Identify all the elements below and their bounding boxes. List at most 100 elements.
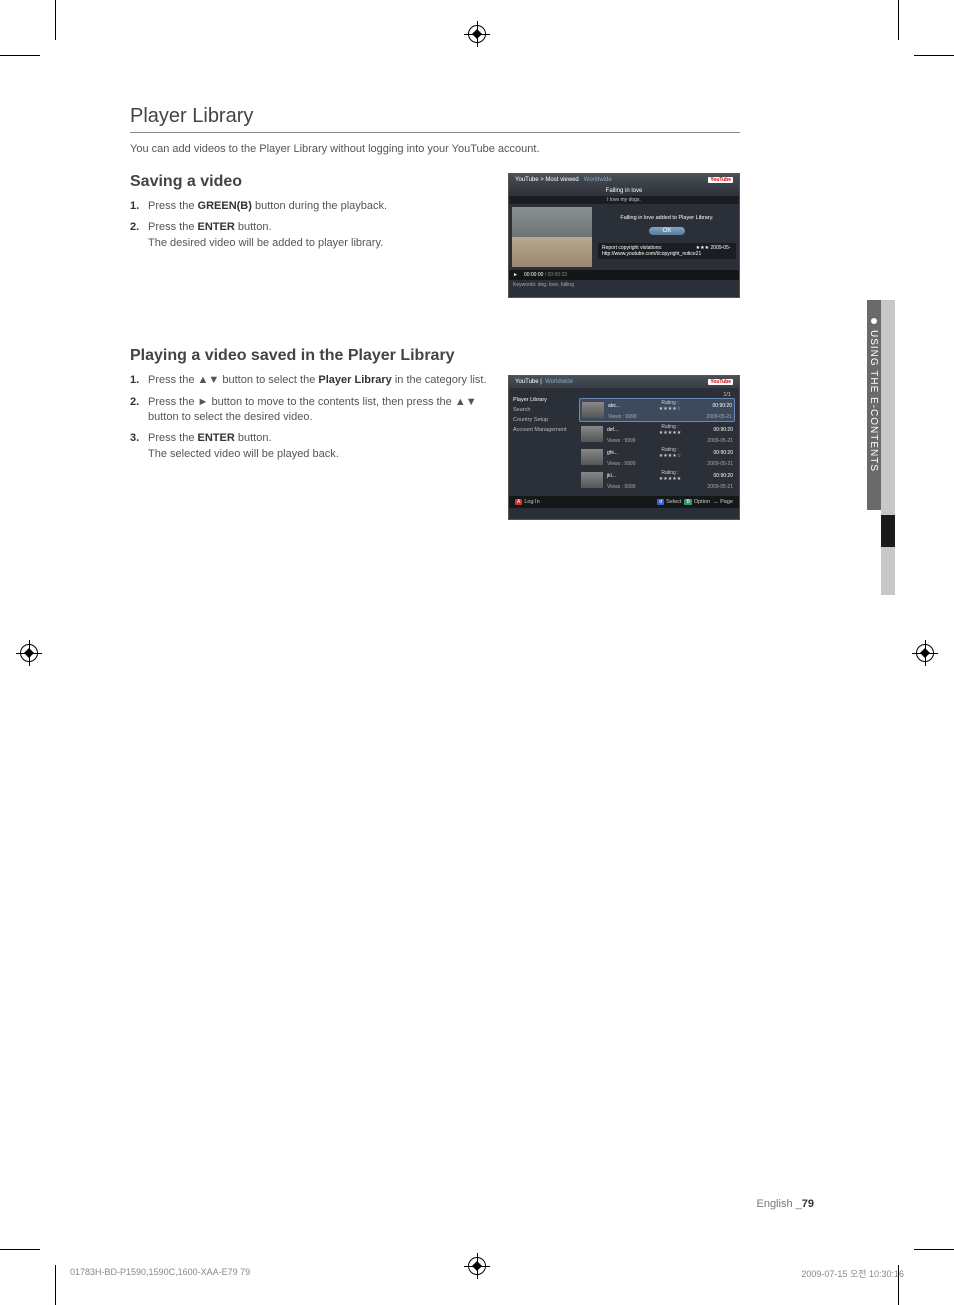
playing-steps: 1. Press the ▲▼ button to select the Pla… [130,373,490,462]
progress-bar: ► 00:00:00 / 00:00:23 [509,270,739,280]
row-rating: Rating : ★★★★☆ [650,447,691,459]
ss-subtitle: I love my dogs. [509,196,739,204]
row-date: 2009-05-21 [692,414,732,420]
sidebar-item[interactable]: Player Library [513,396,575,406]
saving-steps: 1. Press the GREEN(B) button during the … [130,199,490,251]
row-title: def... [607,427,648,433]
sidebar-item[interactable]: Search [513,406,575,416]
row-rating: Rating : ★★★★☆ [650,400,690,412]
step-text: The desired video will be added to playe… [148,237,383,249]
step-text: Press the [148,200,198,212]
main-heading: Player Library [130,105,740,133]
saving-heading: Saving a video [130,173,490,191]
ss-footer: ALog In dSelect BOption ↔ Page [509,496,739,508]
sidebar-item[interactable]: Country Setup [513,416,575,426]
arrow-icon: ▲▼ [198,374,220,386]
row-date: 2009-05-21 [692,461,733,467]
row-time: 00:90:20 [692,427,733,433]
print-file: 01783H-BD-P1590,1590C,1600-XAA-E79 79 [70,1267,250,1280]
step-text: button during the playback. [252,200,387,212]
side-tab-label: USING THE E-CONTENTS [868,318,879,472]
step-bold: ENTER [198,221,235,233]
row-views: Views : 9999 [608,414,648,420]
step-text: Press the [148,432,198,444]
row-thumbnail [581,472,603,488]
list-item[interactable]: def... Rating : ★★★★★ 00:90:20 Views : 9… [579,423,735,445]
screenshot-library: YouTube | Worldwide YouTube Player Libra… [508,375,740,520]
row-views: Views : 9999 [607,484,648,490]
step-text: The selected video will be played back. [148,448,339,460]
step-number: 3. [130,431,139,446]
step-2: 2. Press the ENTER button. The desired v… [130,220,490,251]
ss-header: YouTube | Worldwide YouTube [509,376,739,388]
step-number: 1. [130,373,139,388]
step-text: button. [235,221,272,233]
row-date: 2009-05-21 [692,484,733,490]
step-text: Press the [148,396,198,408]
ss-video-list: 1/1 abc... Rating : ★★★★☆ 00:90:20 Views… [579,388,739,496]
step-text: button. [235,432,272,444]
youtube-logo: YouTube [708,177,733,183]
row-date: 2009-05-21 [692,438,733,444]
list-item[interactable]: abc... Rating : ★★★★☆ 00:90:20 Views : 9… [579,398,735,422]
step-2: 2. Press the ► button to move to the con… [130,395,490,426]
arrow-icon: ▲▼ [455,396,477,408]
row-rating: Rating : ★★★★★ [650,424,691,436]
youtube-logo: YouTube [708,379,733,385]
section-playing: Playing a video saved in the Player Libr… [130,347,740,462]
sidebar-item[interactable]: Account Management [513,426,575,436]
row-thumbnail [581,449,603,465]
page-footer: English _79 [756,1198,814,1210]
row-views: Views : 9999 [607,438,648,444]
print-timestamp: 2009-07-15 오전 10:30:16 [801,1267,904,1280]
step-bold: ENTER [198,432,235,444]
step-number: 2. [130,220,139,235]
step-text: Press the [148,221,198,233]
step-number: 1. [130,199,139,214]
step-number: 2. [130,395,139,410]
footer-option[interactable]: BOption [684,499,710,505]
ss-breadcrumb: YouTube | Worldwide [515,379,573,385]
section-saving: Saving a video 1. Press the GREEN(B) but… [130,173,740,251]
ss-video-title: Falling in love [509,186,739,196]
row-title: ghi... [607,450,648,456]
row-time: 00:90:20 [692,403,732,409]
step-text: in the category list. [392,374,487,386]
keywords: Keywords: dog, love, falling [509,280,739,290]
step-text: button to select the desired video. [148,411,313,423]
footer-login[interactable]: ALog In [515,499,540,505]
step-text: Press the [148,374,198,386]
row-thumbnail [581,426,603,442]
row-title: abc... [608,403,648,409]
ss-breadcrumb: YouTube > Most viewed Worldwide [515,177,612,183]
list-item[interactable]: ghi... Rating : ★★★★☆ 00:90:20 Views : 9… [579,446,735,468]
step-3: 3. Press the ENTER button. The selected … [130,431,490,462]
step-bold: Player Library [318,374,391,386]
footer-select[interactable]: dSelect [657,499,681,505]
print-footer: 01783H-BD-P1590,1590C,1600-XAA-E79 79 20… [70,1267,904,1280]
video-thumbnail [512,207,592,267]
copyright-note: Report copyright violations: http://www.… [598,243,736,259]
step-bold: GREEN(B) [198,200,252,212]
ok-button[interactable]: OK [649,227,686,235]
row-rating: Rating : ★★★★★ [650,470,691,482]
page-content: Player Library You can add videos to the… [130,105,740,492]
intro-text: You can add videos to the Player Library… [130,143,740,155]
play-icon: ► [513,272,518,278]
step-1: 1. Press the GREEN(B) button during the … [130,199,490,214]
step-text: button to select the [219,374,318,386]
step-text: button to move to the contents list, the… [208,396,454,408]
playing-heading: Playing a video saved in the Player Libr… [130,347,490,365]
arrow-icon: ► [198,396,209,408]
row-time: 00:90:20 [692,450,733,456]
step-1: 1. Press the ▲▼ button to select the Pla… [130,373,490,388]
list-item[interactable]: jkl... Rating : ★★★★★ 00:90:20 Views : 9… [579,469,735,491]
row-views: Views : 9999 [607,461,648,467]
row-title: jkl... [607,473,648,479]
ss-sidebar: Player Library Search Country Setup Acco… [509,388,579,496]
side-tab: USING THE E-CONTENTS [849,300,899,595]
row-thumbnail [582,402,604,418]
ss-header: YouTube > Most viewed Worldwide YouTube [509,174,739,186]
footer-page[interactable]: ↔ Page [713,499,733,505]
bullet-icon [871,318,877,324]
